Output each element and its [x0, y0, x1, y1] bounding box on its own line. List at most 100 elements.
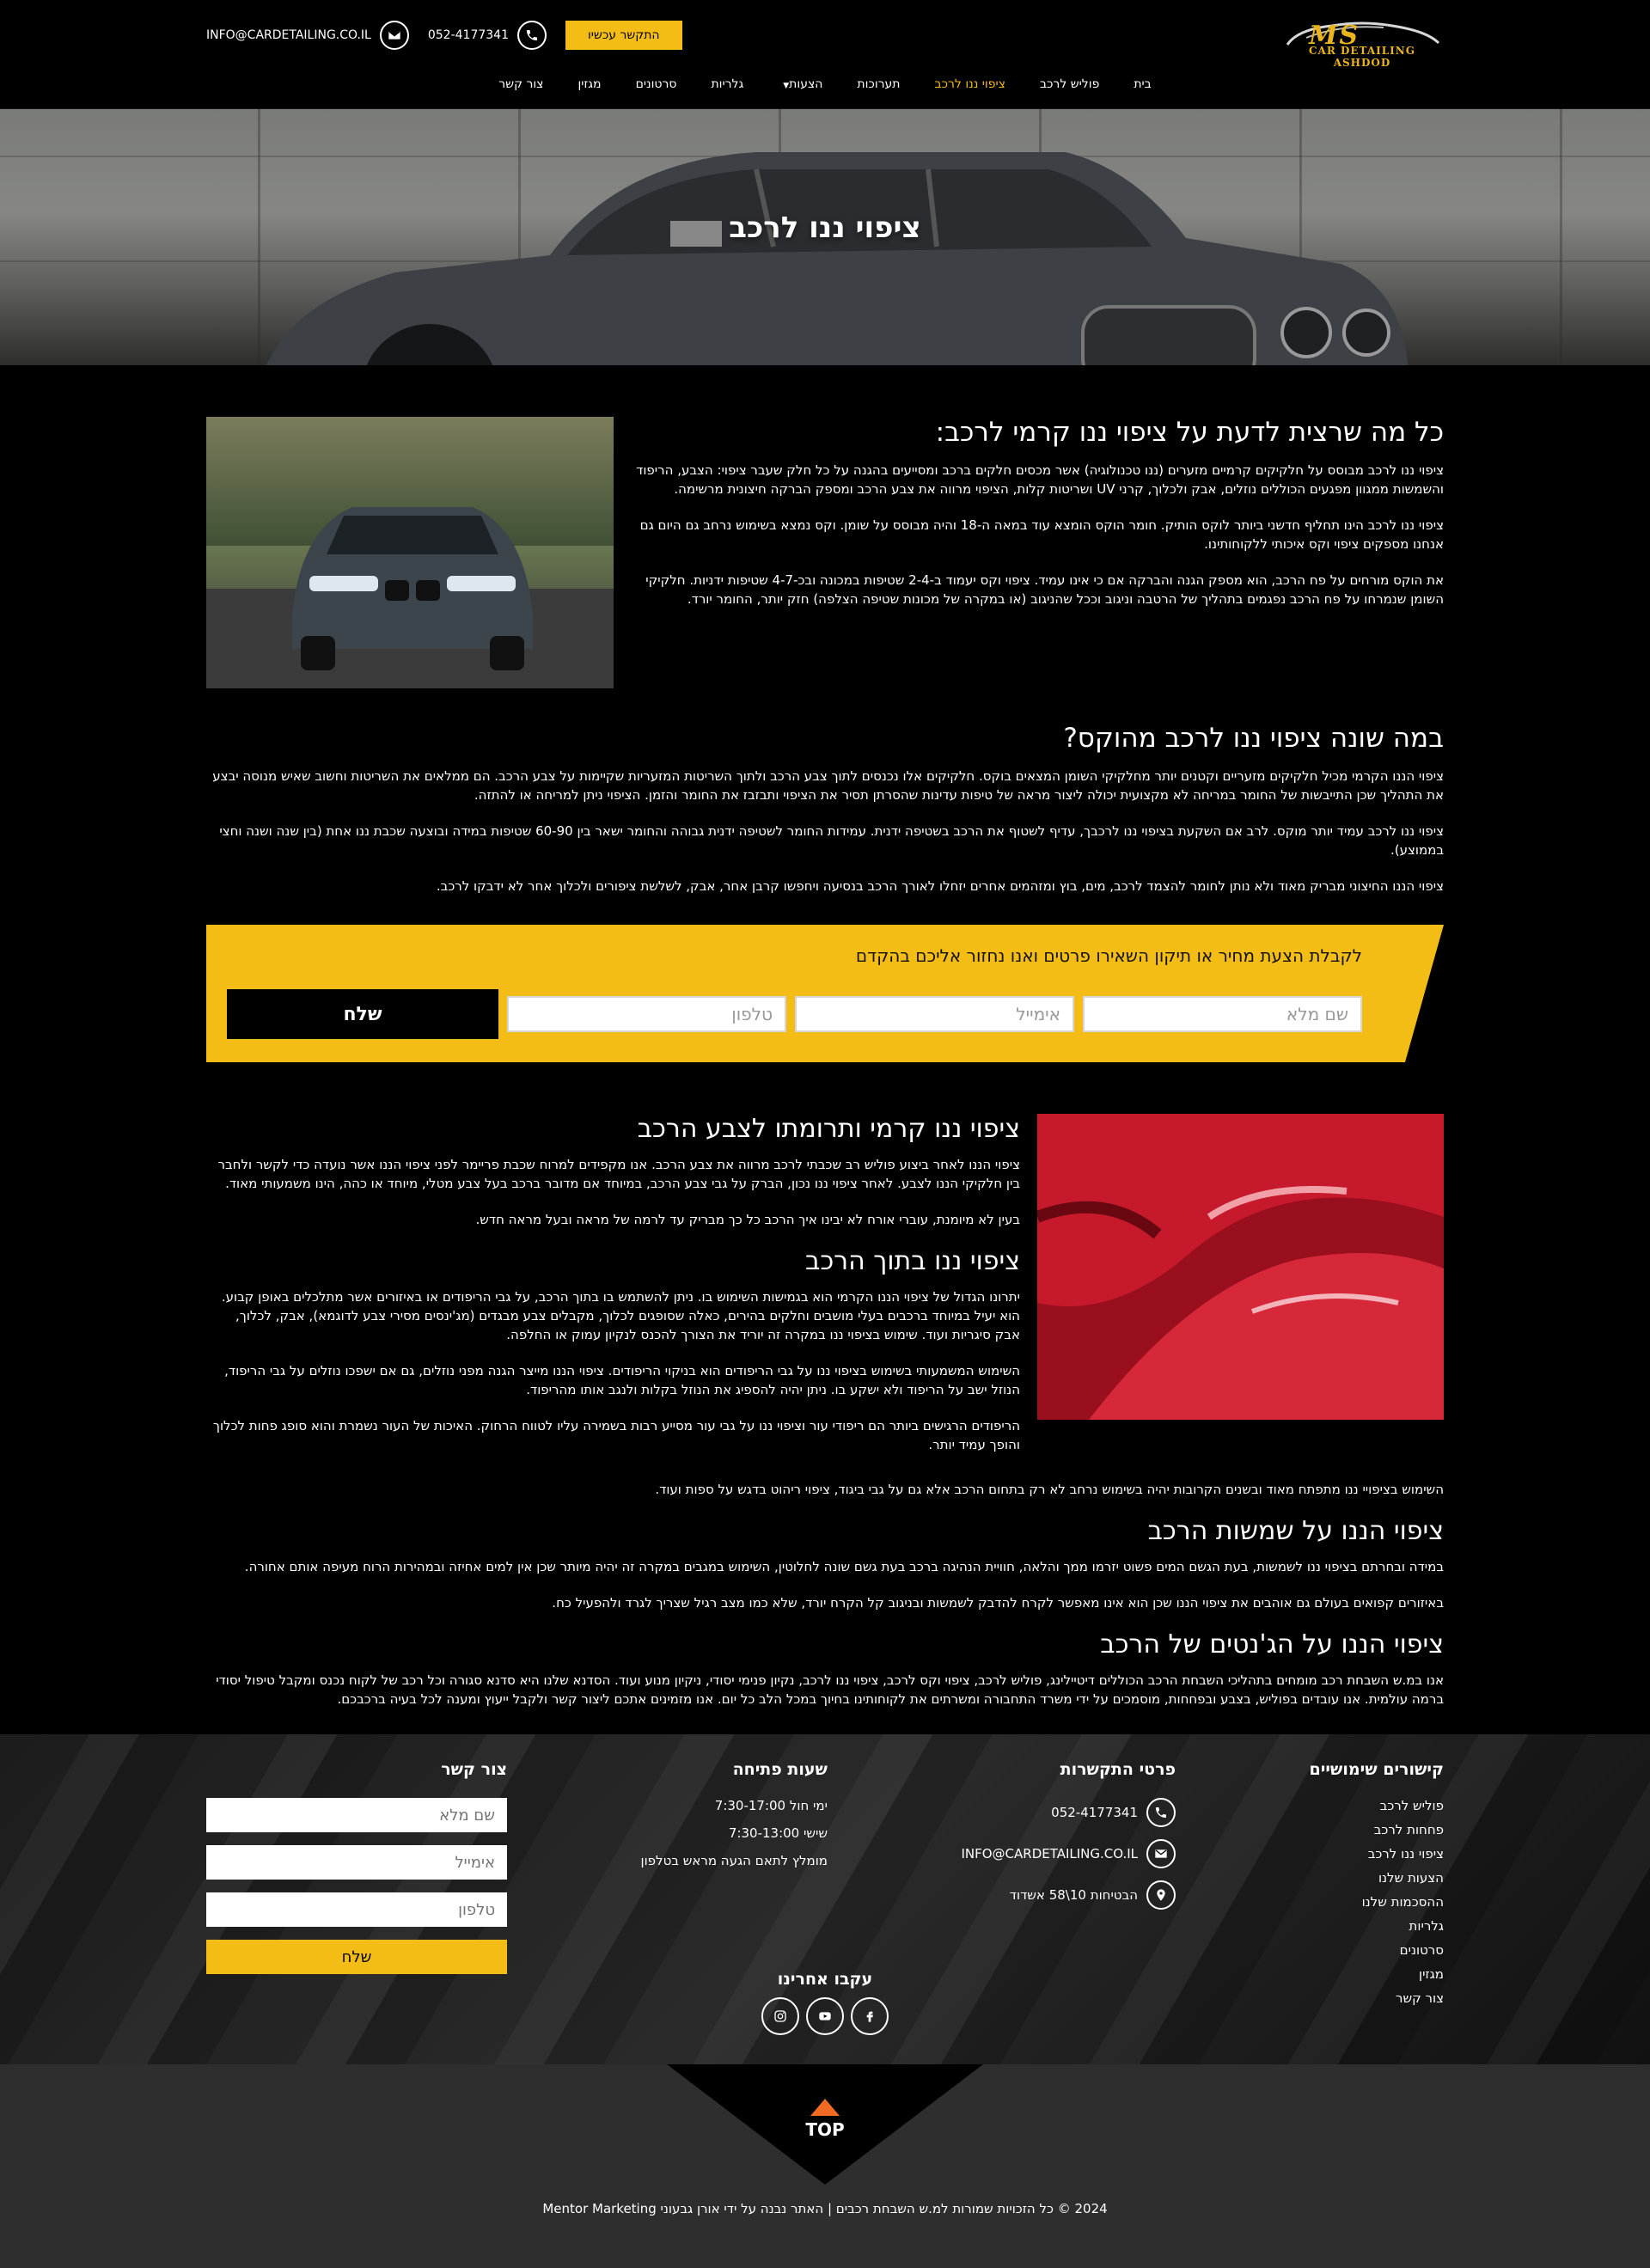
- footer-email[interactable]: INFO@CARDETAILING.CO.IL: [961, 1839, 1176, 1869]
- rims-title: ציפוי הננו על הג'נטים של הרכב: [1100, 1629, 1444, 1660]
- main-content: כל מה שרצית לדעת על ציפוי ננו קרמי לרכב:…: [206, 365, 1444, 1709]
- footer-link[interactable]: ציפוי ננו לרכב: [1310, 1846, 1444, 1861]
- intro-section: כל מה שרצית לדעת על ציפוי ננו קרמי לרכב:…: [206, 417, 1444, 688]
- banner-form: שלח: [227, 989, 1362, 1040]
- footer-phone[interactable]: 052-4177341: [961, 1798, 1176, 1828]
- back-to-top-label: TOP: [805, 2119, 845, 2141]
- footer-contact-column: פרטי התקשרות 052-4177341 INFO@CARDETAILI…: [961, 1760, 1176, 2014]
- nav-item-home[interactable]: בית: [1116, 67, 1168, 101]
- difference-title: במה שונה ציפוי ננו לרכב מהוקס?: [1063, 723, 1444, 754]
- intro-paragraph-1: ציפוי ננו לרכב מבוסס על חלקיקים קרמיים מ…: [636, 462, 1444, 498]
- windshield-paragraph-1: במידה ובחרתם בציפוי ננו לשמשות, בעת הגשם…: [244, 1559, 1444, 1575]
- youtube-icon[interactable]: [806, 1997, 844, 2036]
- footer-phone-input[interactable]: [206, 1892, 508, 1928]
- header-email-text: INFO@CARDETAILING.CO.IL: [206, 28, 371, 42]
- phone-icon: [516, 21, 547, 50]
- footer-submit-button[interactable]: שלח: [206, 1940, 508, 1975]
- footer-link[interactable]: ההסכמות שלנו: [1310, 1894, 1444, 1910]
- site-footer: קישורים שימושיים פוליש לרכב פחחות לרכב צ…: [0, 1734, 1650, 2065]
- header-contact: INFO@CARDETAILING.CO.IL 052-4177341 התקש…: [206, 21, 682, 50]
- header-phone[interactable]: 052-4177341: [428, 21, 547, 50]
- footer-phone-text: 052-4177341: [1051, 1805, 1139, 1821]
- windshield-title: ציפוי הננו על שמשות הרכב: [1147, 1516, 1444, 1547]
- phone-icon: [1146, 1798, 1176, 1828]
- hours-note: מומלץ לתאם הגעה מראש בטלפון: [640, 1853, 828, 1869]
- interior-paragraph-3: הריפודים הרגישים ביותר הם ריפודי עור וצי…: [212, 1418, 1020, 1453]
- arrow-up-icon: [810, 2099, 840, 2117]
- header-email[interactable]: INFO@CARDETAILING.CO.IL: [206, 21, 409, 50]
- follow-title: עקבו אחרינו: [777, 1970, 873, 1990]
- footer-link[interactable]: פוליש לרכב: [1310, 1798, 1444, 1813]
- site-logo[interactable]: MS CAR DETAILING ASHDOD: [1280, 19, 1444, 69]
- footer-contact-title: פרטי התקשרות: [1060, 1760, 1176, 1780]
- hero-title: ציפוי ננו לרכב: [729, 211, 921, 245]
- nav-item-contact[interactable]: צור קשר: [481, 67, 560, 101]
- footer-hours-title: שעות פתיחה: [732, 1760, 828, 1780]
- email-icon: [379, 21, 409, 50]
- footer-links-column: קישורים שימושיים פוליש לרכב פחחות לרכב צ…: [1310, 1760, 1445, 2014]
- main-nav: בית פוליש לרכב ציפוי ננו לרכב תערוכות הצ…: [0, 67, 1650, 101]
- instagram-icon[interactable]: [761, 1997, 799, 2036]
- header-phone-text: 052-4177341: [427, 28, 509, 42]
- interior-paragraph-2: השימוש המשמעותי בשימוש בציפוי ננו על גבי…: [224, 1363, 1020, 1398]
- paint-paragraph-2: בעין לא מיומנת, עוברי אורח לא יבינו איך …: [475, 1212, 1020, 1228]
- nav-item-magazine[interactable]: מגזין: [560, 67, 618, 101]
- banner-submit-button[interactable]: שלח: [227, 989, 498, 1040]
- windshield-section: ציפוי הננו על שמשות הרכב במידה ובחרתם בצ…: [206, 1516, 1444, 1612]
- paint-title: ציפוי ננו קרמי ותרומתו לצבע הרכב: [637, 1114, 1020, 1145]
- banner-name-input[interactable]: [1083, 996, 1362, 1033]
- footer-address-text: הבטיחות 10\58 אשדוד: [1009, 1887, 1139, 1904]
- difference-paragraph-2: ציפוי ננו לרכב עמיד יותר מוקס. לרב אם הש…: [219, 823, 1444, 859]
- footer-bottom: TOP 2024 © כל הזכויות שמורות למ.ש השבחת …: [0, 2064, 1650, 2268]
- banner-phone-input[interactable]: [507, 996, 786, 1033]
- footer-link[interactable]: צור קשר: [1310, 1990, 1444, 2006]
- footer-link[interactable]: מגזין: [1310, 1966, 1444, 1982]
- footer-link[interactable]: הצעות שלנו: [1310, 1870, 1444, 1886]
- hero-banner: ציפוי ננו לרכב: [0, 109, 1650, 365]
- footer-link[interactable]: פחחות לרכב: [1310, 1822, 1444, 1837]
- footer-contact-form: צור קשר שלח: [206, 1760, 508, 2014]
- hero-car-image: [266, 152, 1409, 365]
- back-to-top-button[interactable]: TOP: [804, 2099, 846, 2140]
- intro-paragraph-2: ציפוי ננו לרכב הינו תחליף חדשני ביותר לו…: [639, 517, 1444, 553]
- rims-section: ציפוי הננו על הג'נטים של הרכב אנו במ.ש ה…: [206, 1629, 1444, 1709]
- location-pin-icon: [1146, 1880, 1176, 1910]
- footer-name-input[interactable]: [206, 1798, 508, 1833]
- nav-offers-label: הצעות: [789, 77, 823, 91]
- difference-paragraph-3: ציפוי הננו החיצוני מבריק מאוד ולא נותן ל…: [436, 878, 1444, 895]
- site-header: MS CAR DETAILING ASHDOD INFO@CARDETAILIN…: [0, 0, 1650, 109]
- quote-form-banner: לקבלת הצעת מחיר או תיקון השאירו פרטים וא…: [206, 925, 1444, 1063]
- facebook-icon[interactable]: [851, 1997, 889, 2036]
- nav-item-galleries[interactable]: גלריות: [694, 67, 761, 101]
- call-now-button[interactable]: התקשר עכשיו: [565, 21, 682, 50]
- copyright: 2024 © כל הזכויות שמורות למ.ש השבחת רכבי…: [542, 2201, 1108, 2217]
- hours-friday: שישי 7:30-13:00: [728, 1825, 828, 1842]
- nav-item-polish[interactable]: פוליש לרכב: [1023, 67, 1116, 101]
- bmw-car-image: [206, 417, 614, 688]
- hours-weekdays: ימי חול 7:30-17:00: [714, 1798, 828, 1814]
- intro-paragraph-3: את הוקס מורחים על פח הרכב, הוא מספק הגנה…: [645, 572, 1444, 608]
- rims-paragraph-1: אנו במ.ש השבחת רכב מומחים בתהליכי השבחת …: [216, 1672, 1444, 1708]
- social-follow: עקבו אחרינו: [756, 1970, 894, 2036]
- red-car-image: [1037, 1114, 1444, 1421]
- interior-title: ציפוי ננו בתוך הרכב: [804, 1246, 1020, 1277]
- interior-paragraph-1: יתרונו הגדול של ציפוי הננו הקרמי הוא בגמ…: [221, 1289, 1020, 1343]
- footer-address: הבטיחות 10\58 אשדוד: [961, 1880, 1176, 1910]
- logo-subtitle: CAR DETAILING ASHDOD: [1308, 45, 1416, 69]
- footer-link[interactable]: סרטונים: [1310, 1942, 1444, 1958]
- banner-title: לקבלת הצעת מחיר או תיקון השאירו פרטים וא…: [855, 945, 1362, 967]
- footer-link[interactable]: גלריות: [1310, 1918, 1444, 1934]
- footer-links-title: קישורים שימושיים: [1309, 1760, 1445, 1780]
- difference-section: במה שונה ציפוי ננו לרכב מהוקס? ציפוי הננ…: [206, 723, 1444, 896]
- banner-email-input[interactable]: [795, 996, 1074, 1033]
- nav-item-videos[interactable]: סרטונים: [619, 67, 694, 101]
- email-icon: [1146, 1839, 1176, 1869]
- footer-email-input[interactable]: [206, 1845, 508, 1880]
- paint-paragraph-1: ציפוי הננו לאחר ביצוע פוליש רב שכבתי לרכ…: [217, 1157, 1021, 1192]
- intro-title: כל מה שרצית לדעת על ציפוי ננו קרמי לרכב:: [935, 417, 1444, 448]
- footer-form-title: צור קשר: [441, 1760, 508, 1780]
- nav-item-offers[interactable]: הצעות▼: [761, 67, 840, 101]
- nav-item-exhibitions[interactable]: תערוכות: [840, 67, 917, 101]
- future-use-paragraph: השימוש בציפויי ננו מתפתח מאוד ובשנים הקר…: [655, 1482, 1444, 1498]
- nav-item-nano-coating[interactable]: ציפוי ננו לרכב: [918, 67, 1023, 101]
